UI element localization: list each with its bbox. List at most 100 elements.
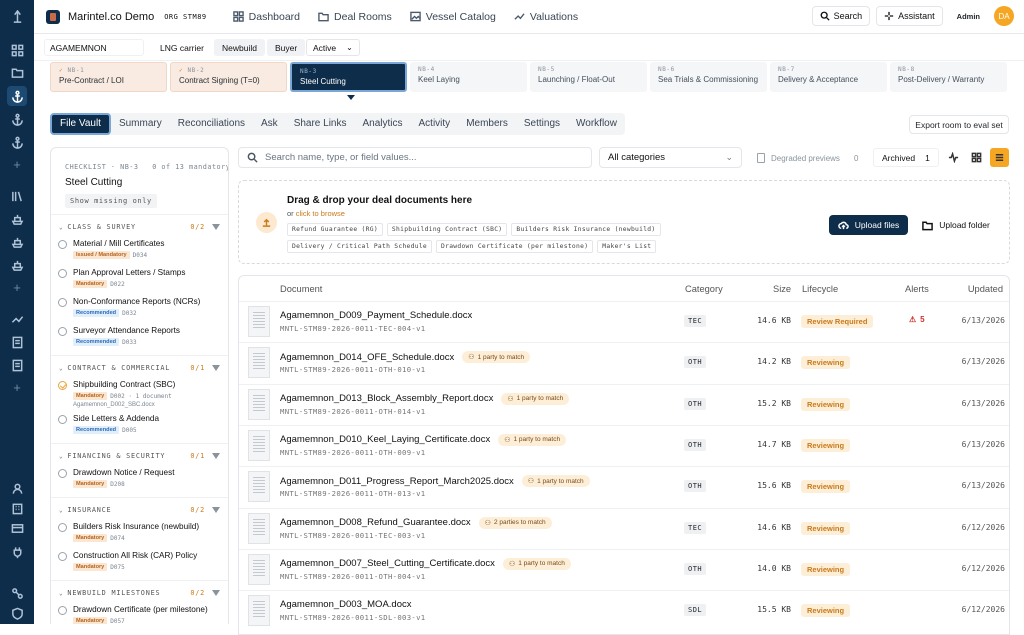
lifecycle-badge[interactable]: Reviewing bbox=[801, 356, 851, 370]
col-updated[interactable]: Updated bbox=[968, 276, 1003, 301]
role-chip[interactable]: Buyer bbox=[267, 39, 306, 56]
stage-nb-3[interactable]: NB-3 Steel Cutting bbox=[290, 62, 407, 100]
checklist-section-header[interactable]: ⌄ CONTRACT & COMMERCIAL 0/1 bbox=[51, 362, 228, 374]
filter-icon[interactable] bbox=[212, 589, 220, 597]
export-button[interactable]: Export room to eval set bbox=[909, 115, 1009, 134]
filter-icon[interactable] bbox=[212, 223, 220, 231]
document-thumbnail[interactable] bbox=[248, 595, 270, 627]
document-thumbnail[interactable] bbox=[248, 512, 270, 544]
library-icon[interactable] bbox=[7, 186, 27, 206]
shield-icon[interactable] bbox=[7, 603, 27, 623]
checklist-section-header[interactable]: ⌄ NEWBUILD MILESTONES 0/2 bbox=[51, 587, 228, 599]
activity-view-button[interactable] bbox=[944, 148, 963, 167]
avatar[interactable]: DA bbox=[994, 6, 1014, 26]
col-document[interactable]: Document bbox=[280, 276, 322, 301]
folder-icon[interactable] bbox=[7, 62, 27, 82]
upload-dropzone[interactable]: Drag & drop your deal documents here or … bbox=[238, 180, 1010, 264]
anchor-icon[interactable] bbox=[7, 86, 27, 106]
app-logo[interactable] bbox=[46, 9, 60, 24]
table-row[interactable]: Agamemnon_D011_Progress_Report_March2025… bbox=[239, 466, 1009, 507]
upload-folder-button[interactable]: Upload folder bbox=[915, 215, 997, 235]
upload-files-button[interactable]: Upload files bbox=[829, 215, 908, 235]
filter-icon[interactable] bbox=[212, 506, 220, 514]
file-name[interactable]: Agamemnon_D011_Progress_Report_March2025… bbox=[280, 476, 514, 487]
table-row[interactable]: Agamemnon_D013_Block_Assembly_Report.doc… bbox=[239, 383, 1009, 425]
document-thumbnail[interactable] bbox=[248, 471, 270, 503]
grid-view-button[interactable] bbox=[967, 148, 986, 167]
lifecycle-badge[interactable]: Review Required bbox=[801, 315, 874, 328]
checklist-item[interactable]: Material / Mill Certificates Issued / Man… bbox=[51, 233, 228, 262]
stage-nb-8[interactable]: NB-8 Post-Delivery / Warranty bbox=[890, 62, 1007, 92]
filter-icon[interactable] bbox=[212, 364, 220, 372]
file-name[interactable]: Agamemnon_D013_Block_Assembly_Report.doc… bbox=[280, 393, 493, 404]
nav-valuations[interactable]: Valuations bbox=[514, 11, 578, 23]
building-icon[interactable] bbox=[7, 498, 27, 518]
ship-icon[interactable] bbox=[7, 255, 27, 275]
dashboard-icon[interactable] bbox=[7, 40, 27, 60]
tab-file-vault[interactable]: File Vault bbox=[50, 113, 111, 135]
assistant-button[interactable]: Assistant bbox=[876, 6, 943, 26]
anchor-icon[interactable] bbox=[7, 132, 27, 152]
checklist-item[interactable]: Builders Risk Insurance (newbuild) Mandat… bbox=[51, 516, 228, 545]
card-icon[interactable] bbox=[7, 518, 27, 538]
tab-reconciliations[interactable]: Reconciliations bbox=[170, 113, 253, 135]
link-icon[interactable] bbox=[7, 583, 27, 603]
vessel-type-chip[interactable]: LNG carrier bbox=[152, 39, 212, 56]
plug-icon[interactable] bbox=[7, 542, 27, 562]
checklist-section-header[interactable]: ⌄ INSURANCE 0/2 bbox=[51, 504, 228, 516]
match-badge[interactable]: ⚇ 1 party to match bbox=[462, 351, 531, 364]
file-name[interactable]: Agamemnon_D010_Keel_Laying_Certificate.d… bbox=[280, 434, 490, 445]
tab-analytics[interactable]: Analytics bbox=[355, 113, 411, 135]
col-size[interactable]: Size bbox=[773, 276, 791, 301]
checklist-item[interactable]: Drawdown Notice / Request Mandatory D208 bbox=[51, 462, 228, 491]
ship-icon[interactable] bbox=[7, 209, 27, 229]
document-thumbnail[interactable] bbox=[248, 347, 270, 379]
checklist-item[interactable]: Plan Approval Letters / Stamps Mandatory D… bbox=[51, 262, 228, 291]
tab-share-links[interactable]: Share Links bbox=[286, 113, 355, 135]
match-badge[interactable]: ⚇ 1 party to match bbox=[498, 433, 567, 446]
tab-summary[interactable]: Summary bbox=[111, 113, 170, 135]
nav-dashboard[interactable]: Dashboard bbox=[232, 11, 300, 23]
report-icon[interactable] bbox=[7, 332, 27, 352]
anchor-icon[interactable] bbox=[7, 109, 27, 129]
degraded-previews-toggle[interactable]: Degraded previews 0 bbox=[757, 150, 858, 166]
search-input[interactable]: Search name, type, or field values... bbox=[238, 147, 592, 168]
document-thumbnail[interactable] bbox=[248, 553, 270, 585]
checklist-item[interactable]: Side Letters & Addenda Recommended D005 bbox=[51, 408, 228, 437]
checklist-section-header[interactable]: ⌄ CLASS & SURVEY 0/2 bbox=[51, 221, 228, 233]
browse-link[interactable]: click to browse bbox=[296, 209, 345, 218]
col-category[interactable]: Category bbox=[685, 276, 723, 301]
tab-activity[interactable]: Activity bbox=[411, 113, 459, 135]
table-row[interactable]: Agamemnon_D010_Keel_Laying_Certificate.d… bbox=[239, 424, 1009, 466]
stage-nb-1[interactable]: ✓ NB-1 Pre-Contract / LOI bbox=[50, 62, 167, 92]
match-badge[interactable]: ⚇ 1 party to match bbox=[521, 475, 590, 488]
table-row[interactable]: Agamemnon_D008_Refund_Guarantee.docx ⚇ 2 p… bbox=[239, 507, 1009, 549]
lifecycle-badge[interactable]: Reviewing bbox=[801, 480, 851, 494]
table-row[interactable]: Agamemnon_D014_OFE_Schedule.docx ⚇ 1 party… bbox=[239, 342, 1009, 383]
checklist-item[interactable]: Surveyor Attendance Reports Recommended D0… bbox=[51, 320, 228, 349]
app-name[interactable]: Marintel.co Demo bbox=[68, 11, 154, 23]
add-icon[interactable]: + bbox=[7, 278, 27, 298]
stage-nb-6[interactable]: NB-6 Sea Trials & Commissioning bbox=[650, 62, 767, 92]
stage-nb-5[interactable]: NB-5 Launching / Float-Out bbox=[530, 62, 647, 92]
match-badge[interactable]: ⚇ 2 parties to match bbox=[478, 516, 552, 529]
checklist-item[interactable]: Construction All Risk (CAR) Policy Mandat… bbox=[51, 545, 228, 574]
col-alerts[interactable]: Alerts bbox=[905, 276, 929, 301]
vessel-name-field[interactable]: AGAMEMNON bbox=[44, 39, 144, 56]
archived-toggle[interactable]: Archived 1 bbox=[873, 148, 939, 167]
nav-vessel-catalog[interactable]: Vessel Catalog bbox=[410, 11, 496, 23]
table-row[interactable]: Agamemnon_D003_MOA.docx MNTL-STM89-2026-0… bbox=[239, 590, 1009, 631]
build-type-chip[interactable]: Newbuild bbox=[214, 39, 265, 56]
stage-nb-4[interactable]: NB-4 Keel Laying bbox=[410, 62, 527, 92]
file-name[interactable]: Agamemnon_D009_Payment_Schedule.docx bbox=[280, 310, 472, 321]
table-row[interactable]: Agamemnon_D007_Steel_Cutting_Certificate… bbox=[239, 548, 1009, 590]
file-name[interactable]: Agamemnon_D007_Steel_Cutting_Certificate… bbox=[280, 558, 495, 569]
tab-settings[interactable]: Settings bbox=[516, 113, 568, 135]
lifecycle-badge[interactable]: Reviewing bbox=[801, 521, 851, 535]
ship-icon[interactable] bbox=[7, 232, 27, 252]
tab-ask[interactable]: Ask bbox=[253, 113, 286, 135]
search-button[interactable]: Search bbox=[811, 6, 871, 26]
show-missing-toggle[interactable]: Show missing only bbox=[65, 194, 157, 208]
document-thumbnail[interactable] bbox=[248, 306, 270, 337]
lifecycle-badge[interactable]: Reviewing bbox=[801, 562, 851, 576]
